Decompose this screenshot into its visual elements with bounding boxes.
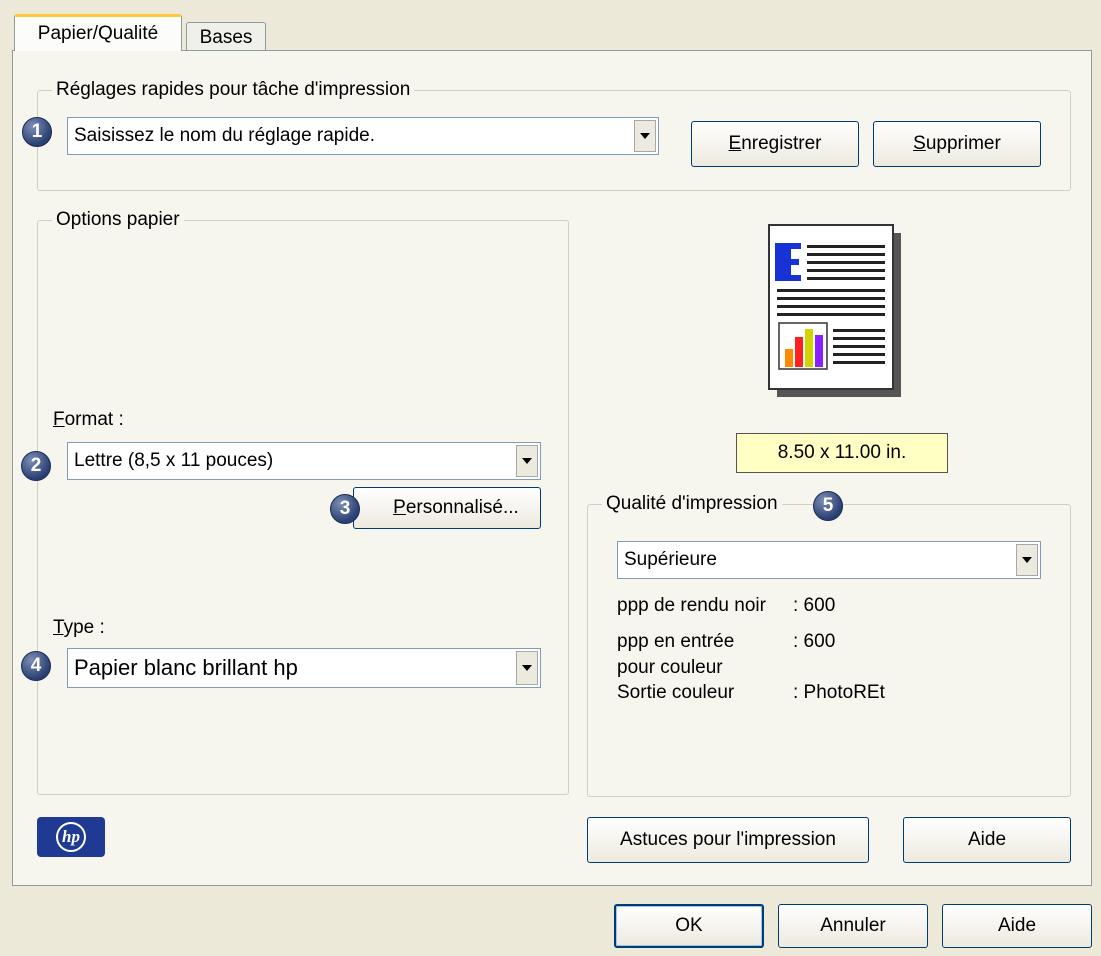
quick-settings-combo[interactable]: Saisissez le nom du réglage rapide. bbox=[67, 117, 659, 155]
panel-help-button[interactable]: Aide bbox=[903, 817, 1071, 863]
paper-size-label: 8.50 x 11.00 in. bbox=[736, 433, 948, 473]
tab-paper-quality-label: Papier/Qualité bbox=[37, 23, 159, 44]
paper-size-label-text: 8.50 x 11.00 in. bbox=[777, 442, 907, 463]
hp-logo-mark: hp bbox=[56, 822, 86, 852]
paper-options-legend: Options papier bbox=[56, 209, 180, 230]
print-quality-combo-value: Supérieure bbox=[624, 549, 717, 570]
tab-basics[interactable]: Bases bbox=[186, 22, 266, 52]
quality-row-color-output-value: : PhotoREt bbox=[793, 682, 885, 703]
print-quality-legend: Qualité d'impression bbox=[606, 493, 778, 514]
paper-type-combo[interactable]: Papier blanc brillant hp bbox=[67, 648, 541, 688]
format-label: Format : bbox=[53, 409, 124, 430]
callout-badge-2: 2 bbox=[21, 451, 51, 481]
chevron-down-icon[interactable] bbox=[516, 445, 538, 477]
format-combo-value: Lettre (8,5 x 11 pouces) bbox=[74, 450, 274, 471]
format-combo[interactable]: Lettre (8,5 x 11 pouces) bbox=[67, 442, 541, 480]
help-button[interactable]: Aide bbox=[942, 904, 1092, 948]
paper-type-combo-value: Papier blanc brillant hp bbox=[74, 655, 298, 680]
quality-row-black-dpi-label: ppp de rendu noir bbox=[617, 595, 766, 616]
print-quality-combo[interactable]: Supérieure bbox=[617, 541, 1041, 579]
delete-button[interactable]: Supprimer bbox=[873, 121, 1041, 167]
quality-row-color-output-label: Sortie couleur bbox=[617, 682, 735, 703]
type-label: Type : bbox=[53, 617, 105, 638]
quality-row-color-dpi-label: ppp en entrée pour couleur bbox=[617, 631, 735, 678]
custom-size-button[interactable]: Personnalisé... bbox=[353, 487, 541, 529]
cancel-button[interactable]: Annuler bbox=[778, 904, 928, 948]
tab-basics-label: Bases bbox=[199, 27, 253, 48]
chevron-down-icon[interactable] bbox=[1016, 544, 1038, 576]
chevron-down-icon[interactable] bbox=[634, 120, 656, 152]
callout-badge-4: 4 bbox=[21, 651, 51, 681]
tab-panel: Réglages rapides pour tâche d'impression… bbox=[12, 50, 1092, 886]
tab-paper-quality[interactable]: Papier/Qualité bbox=[14, 14, 182, 51]
chevron-down-icon[interactable] bbox=[516, 651, 538, 685]
callout-badge-3: 3 bbox=[330, 494, 360, 524]
quick-settings-combo-value: Saisissez le nom du réglage rapide. bbox=[74, 125, 376, 146]
quality-row-color-dpi-value: : 600 bbox=[793, 631, 836, 652]
ok-button[interactable]: OK bbox=[614, 904, 764, 948]
quality-row-black-dpi-value: : 600 bbox=[793, 595, 836, 616]
print-tips-button[interactable]: Astuces pour l'impression bbox=[587, 817, 869, 863]
save-button[interactable]: Enregistrer bbox=[691, 121, 859, 167]
quick-settings-legend: Réglages rapides pour tâche d'impression bbox=[56, 79, 411, 100]
callout-badge-5: 5 bbox=[813, 491, 843, 521]
page-preview-icon bbox=[767, 223, 903, 399]
hp-logo: hp bbox=[37, 817, 105, 857]
callout-badge-1: 1 bbox=[22, 117, 52, 147]
